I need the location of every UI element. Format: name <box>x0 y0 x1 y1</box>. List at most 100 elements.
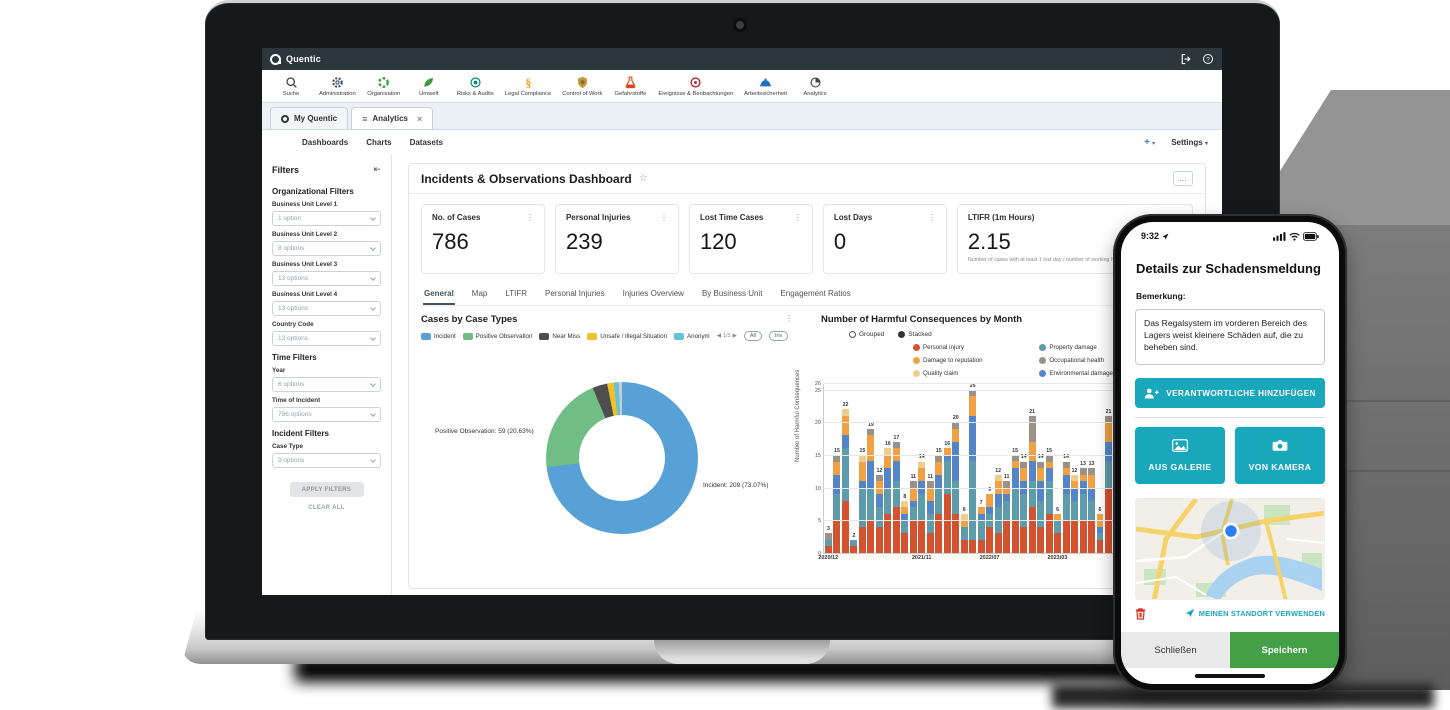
mode-option-stacked[interactable]: Stacked <box>898 331 932 338</box>
dashboard-tab-engagement-ratios[interactable]: Engagement Ratios <box>779 286 851 305</box>
filter-select-business-unit-level-2[interactable]: 8 options <box>272 241 381 256</box>
module-item-gefahrstoffe[interactable]: Gefahrstoffe <box>613 75 647 97</box>
bar-2021-07[interactable]: 16 <box>884 448 891 553</box>
dashboard-tab-ltifr[interactable]: LTIFR <box>504 286 528 305</box>
bar-2021-08[interactable]: 17 <box>893 442 900 553</box>
note-input[interactable]: Das Regalsystem im vorderen Bereich des … <box>1135 309 1325 365</box>
bar-2022-09[interactable]: 11 <box>1003 481 1010 553</box>
kpi-menu-icon[interactable]: ⋮ <box>928 213 936 222</box>
apply-filters-button[interactable]: APPLY FILTERS <box>290 482 364 497</box>
module-item-analytics[interactable]: Analytics <box>798 75 832 97</box>
bar-2023-06[interactable]: 13 <box>1080 468 1087 553</box>
module-item-administration[interactable]: Administration <box>319 75 356 97</box>
module-item-organisation[interactable]: Organisation <box>367 75 401 97</box>
tab-my-quentic[interactable]: My Quentic <box>270 107 348 129</box>
filter-select-business-unit-level-4[interactable]: 13 options <box>272 301 381 316</box>
kpi-menu-icon[interactable]: ⋮ <box>794 213 802 222</box>
filter-select-case-type[interactable]: 9 options <box>272 453 381 468</box>
help-icon[interactable]: ? <box>1202 53 1214 65</box>
bar-2023-07[interactable]: 13 <box>1088 468 1095 553</box>
favorite-star-icon[interactable]: ☆ <box>639 173 648 184</box>
bar-2023-02[interactable]: 15 <box>1046 455 1053 553</box>
bar-2023-05[interactable]: 12 <box>1071 475 1078 553</box>
kpi-menu-icon[interactable]: ⋮ <box>526 213 534 222</box>
add-dashboard-button[interactable]: + ▾ <box>1144 137 1155 148</box>
filter-select-time-of-incident[interactable]: 786 options <box>272 407 381 422</box>
filter-select-country-code[interactable]: 13 options <box>272 331 381 346</box>
subnav-dashboards[interactable]: Dashboards <box>302 138 348 147</box>
close-button[interactable]: Schließen <box>1121 632 1230 668</box>
bar-2022-10[interactable]: 15 <box>1012 455 1019 553</box>
module-item-umwelt[interactable]: Umwelt <box>412 75 446 97</box>
dashboard-tab-personal-injuries[interactable]: Personal Injuries <box>544 286 606 305</box>
bar-2021-01[interactable]: 15 <box>833 455 840 553</box>
legend-item-quality-claim[interactable]: Quality claim <box>913 367 1023 380</box>
module-item-risks-audits[interactable]: Risks & Audits <box>457 75 494 97</box>
subnav-charts[interactable]: Charts <box>366 138 391 147</box>
legend-item-positive-observation[interactable]: Positive Observation <box>463 333 533 340</box>
module-item-ereignisse-beobachtungen[interactable]: Ereignisse & Beobachtungen <box>658 75 733 97</box>
bar-2021-03[interactable]: 2 <box>850 540 857 553</box>
dashboard-tab-general[interactable]: General <box>423 286 455 305</box>
bar-2021-09[interactable]: 8 <box>901 501 908 553</box>
bar-2022-06[interactable]: 7 <box>978 507 985 553</box>
location-map[interactable] <box>1135 498 1325 600</box>
bar-2020-12[interactable]: 3 <box>825 533 832 553</box>
dashboard-tab-injuries-overview[interactable]: Injuries Overview <box>622 286 685 305</box>
save-button[interactable]: Speichern <box>1230 632 1339 668</box>
bar-2021-06[interactable]: 12 <box>876 475 883 553</box>
bar-2021-05[interactable]: 19 <box>867 429 874 553</box>
legend-item-damage-to-reputation[interactable]: Damage to reputation <box>913 354 1023 367</box>
bar-2021-04[interactable]: 15 <box>859 455 866 553</box>
bar-2023-09[interactable]: 21 <box>1105 416 1112 553</box>
chart-menu-icon[interactable]: ⋮ <box>785 314 793 323</box>
bar-2021-11[interactable]: 14 <box>918 462 925 553</box>
module-item-suche[interactable]: Suche <box>274 75 308 97</box>
bar-2023-04[interactable]: 14 <box>1063 462 1070 554</box>
bar-2022-08[interactable]: 12 <box>995 475 1002 553</box>
use-my-location-button[interactable]: MEINEN STANDORT VERWENDEN <box>1185 608 1325 618</box>
kpi-menu-icon[interactable]: ⋮ <box>660 213 668 222</box>
logout-icon[interactable] <box>1180 53 1192 65</box>
filter-select-year[interactable]: 6 options <box>272 377 381 392</box>
legend-item-unsafe-illegal-situation[interactable]: Unsafe / Illegal Situation <box>587 333 667 340</box>
more-options-button[interactable]: … <box>1173 171 1193 186</box>
delete-location-icon[interactable] <box>1135 607 1146 620</box>
legend-item-anonym[interactable]: Anonym <box>674 333 710 340</box>
module-item-legal-compliance[interactable]: §Legal Compliance <box>505 75 551 97</box>
bar-2022-07[interactable]: 9 <box>986 494 993 553</box>
home-indicator[interactable] <box>1195 674 1265 678</box>
module-item-control-of-work[interactable]: Control of Work <box>562 75 602 97</box>
pager-prev-icon[interactable]: ◀ <box>717 333 721 339</box>
clear-all-button[interactable]: CLEAR ALL <box>290 505 364 511</box>
bar-2022-02[interactable]: 16 <box>944 448 951 553</box>
legend-button-all[interactable]: All <box>744 331 762 341</box>
filter-select-business-unit-level-3[interactable]: 13 options <box>272 271 381 286</box>
subnav-datasets[interactable]: Datasets <box>410 138 443 147</box>
bar-2022-12[interactable]: 21 <box>1029 416 1036 553</box>
from-gallery-button[interactable]: AUS GALERIE <box>1135 427 1225 484</box>
legend-button-inv[interactable]: Inv <box>769 331 788 341</box>
dashboard-tab-map[interactable]: Map <box>471 286 489 305</box>
from-camera-button[interactable]: VON KAMERA <box>1235 427 1325 484</box>
filter-select-business-unit-level-1[interactable]: 1 option <box>272 211 381 226</box>
legend-item-near-miss[interactable]: Near Miss <box>539 333 580 340</box>
mode-option-grouped[interactable]: Grouped <box>849 331 884 338</box>
bar-2021-12[interactable]: 11 <box>927 481 934 553</box>
bar-2021-02[interactable]: 22 <box>842 409 849 553</box>
settings-menu[interactable]: Settings ▾ <box>1171 138 1208 147</box>
close-icon[interactable]: × <box>417 114 422 124</box>
bar-2021-10[interactable]: 11 <box>910 481 917 553</box>
bar-2023-01[interactable]: 14 <box>1037 462 1044 553</box>
legend-item-incident[interactable]: Incident <box>421 333 456 340</box>
add-responsible-button[interactable]: VERANTWORTLICHE HINZUFÜGEN <box>1135 378 1325 408</box>
dashboard-tab-by-business-unit[interactable]: By Business Unit <box>701 286 763 305</box>
collapse-sidebar-icon[interactable]: ⇤ <box>373 164 381 175</box>
legend-item-personal-injury[interactable]: Personal injury <box>913 341 1023 354</box>
bar-2022-11[interactable]: 14 <box>1020 462 1027 553</box>
tab-analytics[interactable]: ≡ Analytics × <box>351 107 433 129</box>
module-item-arbeitssicherheit[interactable]: Arbeitssicherheit <box>744 75 787 97</box>
bar-2022-01[interactable]: 15 <box>935 455 942 553</box>
pager-next-icon[interactable]: ▶ <box>733 333 737 339</box>
bar-2022-05[interactable]: 25 <box>969 390 976 553</box>
